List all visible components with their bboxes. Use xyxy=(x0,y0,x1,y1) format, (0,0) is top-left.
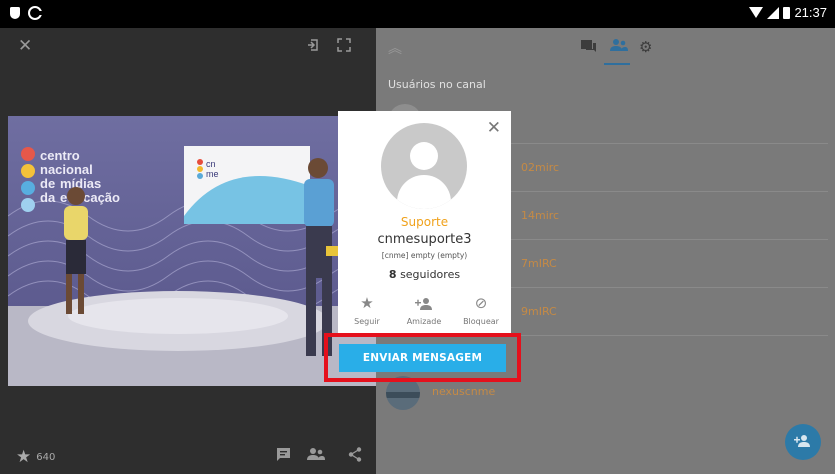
screen-logo-me: me xyxy=(206,169,219,179)
followers-number: 8 xyxy=(388,268,397,281)
block-button[interactable]: ⊘ Bloquear xyxy=(453,291,509,326)
profile-meta: [cnme] empty (empty) xyxy=(381,251,468,260)
video-frame[interactable]: cn me centro nacional de mídias da educa… xyxy=(8,116,376,386)
add-user-icon xyxy=(794,433,812,452)
chat-icon[interactable] xyxy=(276,447,291,466)
profile-role: Suporte xyxy=(400,215,449,229)
star-icon: ★ xyxy=(360,294,374,312)
profile-dialog: ✕ Suporte cnmesuporte3 [cnme] empty (emp… xyxy=(338,111,511,333)
settings-gear-icon[interactable]: ⚙ xyxy=(639,38,652,56)
close-video-icon[interactable]: ✕ xyxy=(18,36,32,56)
highlight-box: ENVIAR MENSAGEM xyxy=(324,333,521,382)
active-tab-indicator xyxy=(604,63,630,65)
star-icon: ★ xyxy=(16,447,32,467)
user-name: 7mIRC xyxy=(521,257,557,270)
user-name: 9mIRC xyxy=(521,305,557,318)
block-icon: ⊘ xyxy=(474,294,488,312)
add-user-fab-button[interactable] xyxy=(785,424,821,460)
screen-logo-cn: cn xyxy=(206,159,216,169)
add-friend-button[interactable]: Amizade xyxy=(396,291,452,326)
followers-count: 8 seguidores xyxy=(338,268,511,281)
status-bar: 21:37 xyxy=(0,0,835,28)
user-name: nexuscnme xyxy=(432,385,496,398)
battery-icon xyxy=(783,6,791,19)
users-icon[interactable] xyxy=(307,447,325,466)
signal-icon xyxy=(767,6,780,19)
profile-actions: ★ Seguir Amizade ⊘ Bloquear xyxy=(338,291,511,333)
panel-toolbar: ︽ ⚙ xyxy=(376,28,835,68)
wall-logo-line5: da xyxy=(40,190,56,205)
user-name: 02mirc xyxy=(521,161,560,174)
section-title: Usuários no canal xyxy=(388,78,486,91)
profile-avatar xyxy=(381,123,467,209)
clock: 21:37 xyxy=(794,5,827,20)
wall-logo-line2: nacional xyxy=(40,162,93,177)
share-icon[interactable] xyxy=(348,447,362,466)
app-root: 21:37 ✕ cn me centro nacional de mídias … xyxy=(0,0,835,474)
users-tab-icon[interactable] xyxy=(610,38,628,57)
close-dialog-icon[interactable]: ✕ xyxy=(487,120,501,137)
user-name: 14mirc xyxy=(521,209,560,222)
wall-logo-line3: de xyxy=(40,176,55,191)
profile-username: cnmesuporte3 xyxy=(377,232,472,247)
add-friend-icon xyxy=(396,291,452,315)
shield-icon xyxy=(10,7,20,19)
chat-tab-icon[interactable] xyxy=(580,39,597,58)
rating[interactable]: ★ 640 xyxy=(16,447,55,467)
c-notification-icon xyxy=(28,6,42,20)
wall-logo-line1: centro xyxy=(40,148,80,163)
star-count-label: 640 xyxy=(36,451,56,463)
follow-button[interactable]: ★ Seguir xyxy=(339,291,395,326)
followers-label: seguidores xyxy=(400,268,461,281)
send-message-button[interactable]: ENVIAR MENSAGEM xyxy=(339,344,506,372)
video-panel: ✕ cn me centro nacional de mídias da edu… xyxy=(0,28,376,474)
exit-icon[interactable] xyxy=(306,38,320,56)
fullscreen-icon[interactable] xyxy=(337,38,351,56)
video-controls: ★ 640 xyxy=(0,438,376,474)
wifi-icon xyxy=(749,7,764,18)
collapse-up-icon[interactable]: ︽ xyxy=(388,38,402,58)
